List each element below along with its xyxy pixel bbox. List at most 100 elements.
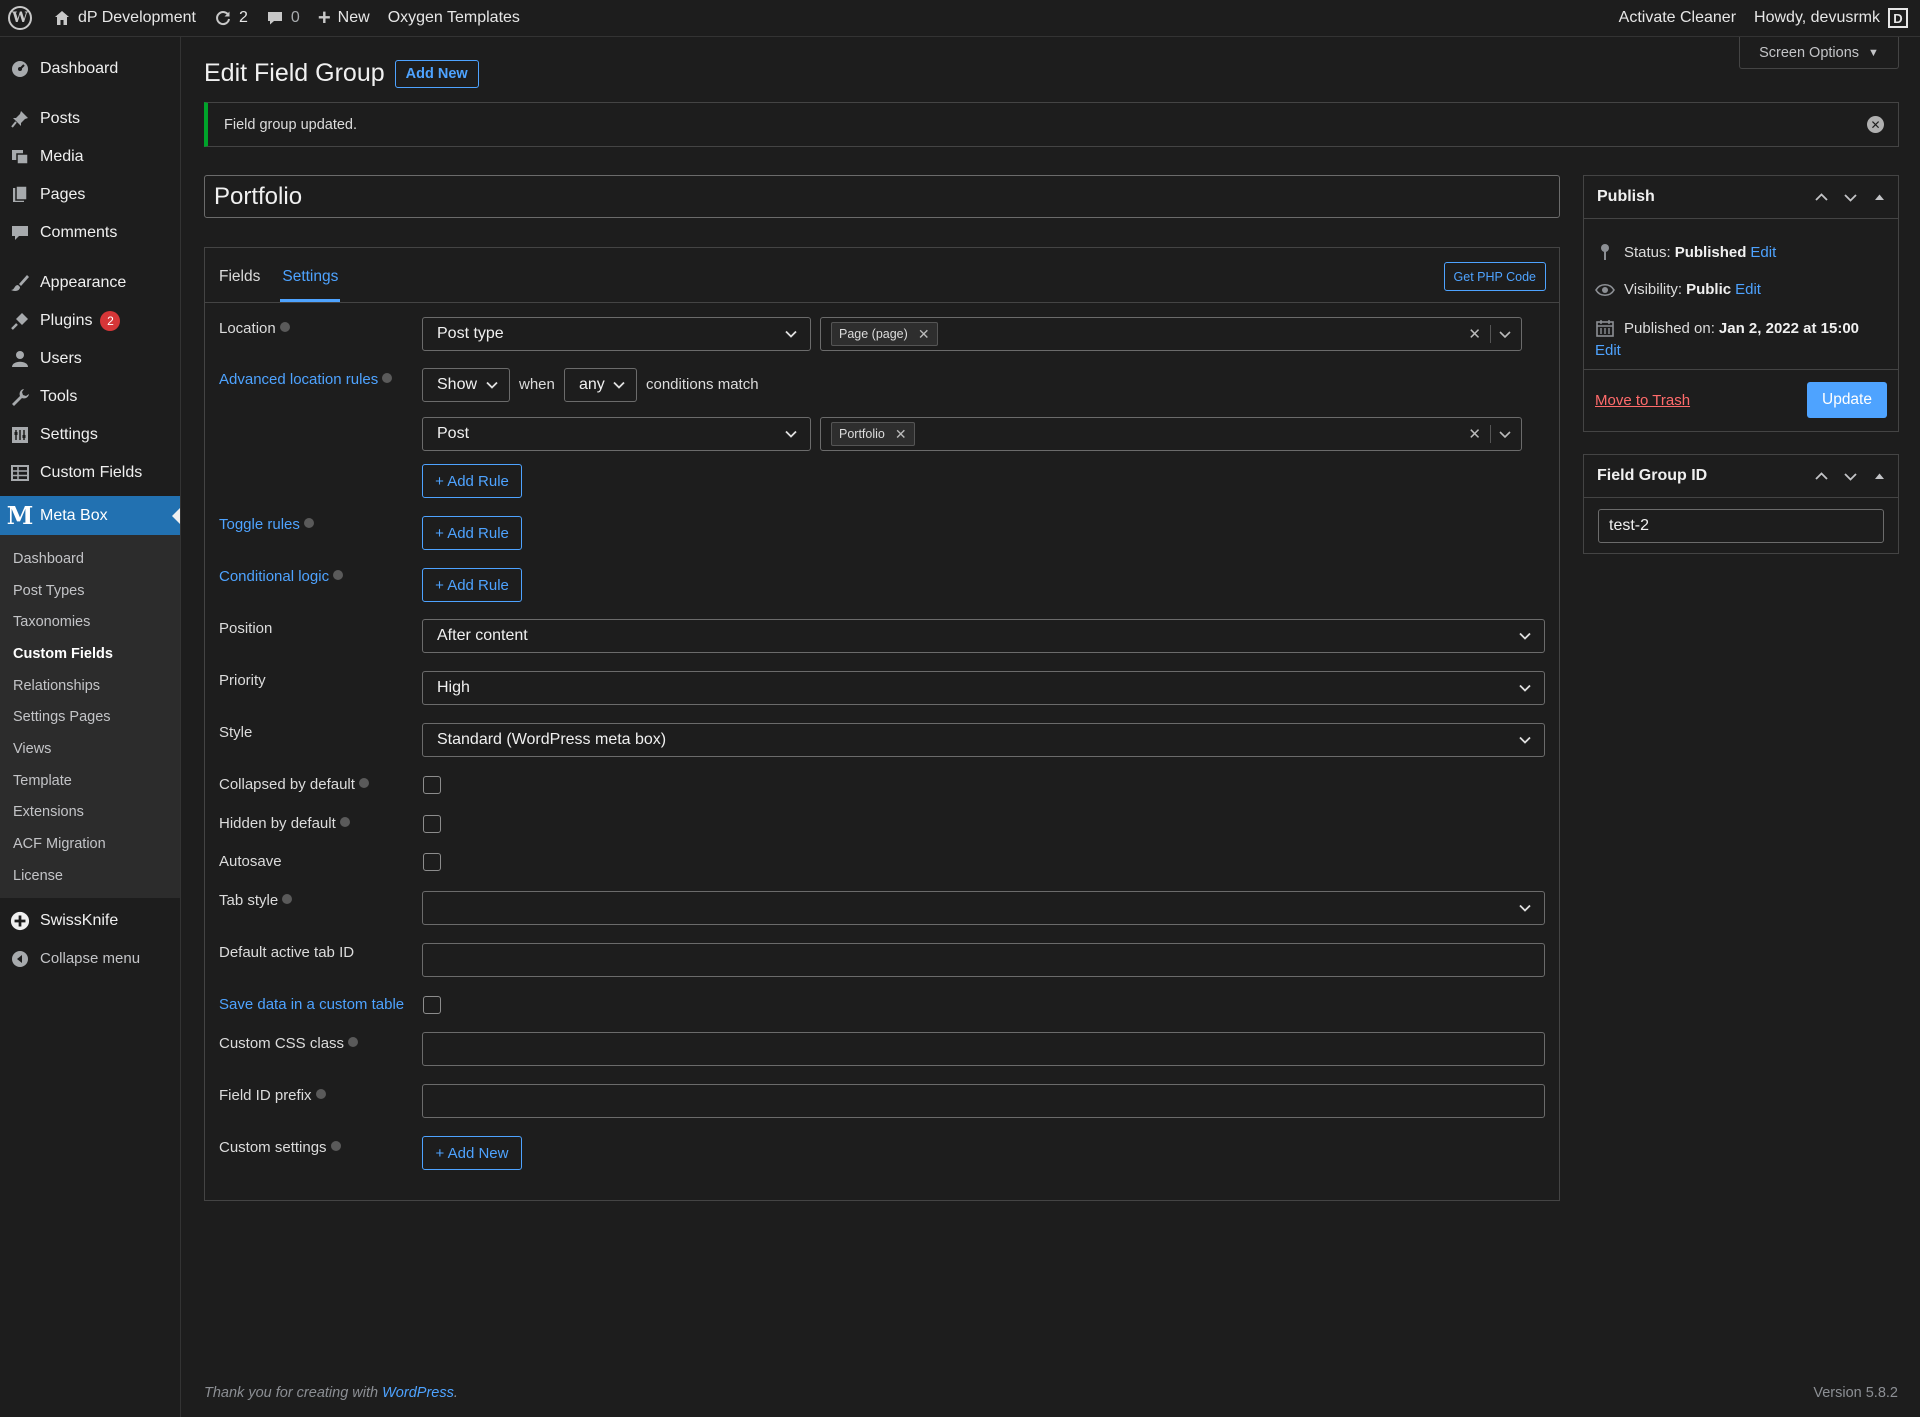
submenu-acf-migration[interactable]: ACF Migration	[0, 828, 180, 860]
conditional-logic-label-text: Conditional logic	[219, 568, 330, 585]
edit-status-link[interactable]: Edit	[1750, 244, 1776, 261]
menu-settings[interactable]: Settings	[0, 416, 180, 454]
help-icon[interactable]	[358, 778, 369, 788]
collapse-toggle-icon[interactable]	[1871, 189, 1888, 206]
move-to-trash-link[interactable]: Move to Trash	[1595, 392, 1690, 409]
help-icon[interactable]	[279, 322, 290, 332]
add-toggle-rule-button[interactable]: + Add Rule	[422, 516, 522, 550]
help-icon[interactable]	[339, 817, 350, 827]
add-new-button[interactable]: Add New	[394, 59, 479, 88]
submenu-taxonomies[interactable]: Taxonomies	[0, 606, 180, 638]
any-all-select[interactable]: any	[564, 368, 637, 402]
hidden-checkbox[interactable]	[423, 815, 441, 833]
menu-swissknife[interactable]: SwissKnife	[0, 902, 180, 940]
edit-date-link[interactable]: Edit	[1595, 342, 1621, 359]
comments-count: 0	[290, 9, 300, 26]
field-group-title-input[interactable]	[204, 175, 1560, 218]
clear-icon[interactable]: ✕	[1468, 325, 1481, 343]
input-value: test-2	[1609, 517, 1650, 534]
chevron-down-icon[interactable]	[1497, 326, 1513, 342]
updates-menu[interactable]: 2	[205, 0, 257, 37]
move-down-icon[interactable]	[1842, 189, 1859, 206]
help-icon[interactable]	[315, 1089, 326, 1099]
help-icon[interactable]	[333, 570, 344, 580]
advanced-location-label[interactable]: Advanced location rules	[219, 371, 393, 388]
home-icon	[55, 11, 69, 25]
dismiss-notice-icon[interactable]: ✕	[1867, 116, 1884, 133]
autosave-checkbox[interactable]	[423, 853, 441, 871]
menu-pages[interactable]: Pages	[0, 176, 180, 214]
location-type-select[interactable]: Post type	[422, 317, 811, 351]
submenu-post-types[interactable]: Post Types	[0, 575, 180, 607]
collapse-menu-button[interactable]: Collapse menu	[0, 940, 180, 978]
get-php-code-button[interactable]: Get PHP Code	[1443, 262, 1546, 291]
new-content-menu[interactable]: + New	[309, 0, 379, 37]
oxygen-templates-menu[interactable]: Oxygen Templates	[379, 0, 529, 37]
prefix-input[interactable]	[422, 1084, 1545, 1118]
tab-settings[interactable]: Settings	[280, 268, 341, 302]
help-icon[interactable]	[330, 1141, 341, 1151]
add-conditional-rule-button[interactable]: + Add Rule	[422, 568, 522, 602]
rule-value-select[interactable]: Portfolio ✕ ✕	[820, 417, 1522, 451]
menu-plugins[interactable]: Plugins 2	[0, 302, 180, 340]
field-group-id-input[interactable]: test-2	[1598, 509, 1884, 543]
conditional-logic-label[interactable]: Conditional logic	[219, 568, 344, 585]
add-location-rule-button[interactable]: + Add Rule	[422, 464, 522, 498]
toggle-rules-label[interactable]: Toggle rules	[219, 516, 314, 533]
wp-logo-menu[interactable]: W	[0, 0, 44, 37]
update-button[interactable]: Update	[1807, 382, 1887, 418]
menu-meta-box[interactable]: M Meta Box	[0, 496, 180, 535]
default-tab-input[interactable]	[422, 943, 1545, 977]
activate-cleaner-menu[interactable]: Activate Cleaner	[1610, 0, 1745, 37]
remove-tag-icon[interactable]: ✕	[895, 426, 907, 443]
submenu-views[interactable]: Views	[0, 733, 180, 765]
submenu-template[interactable]: Template	[0, 765, 180, 797]
tab-fields[interactable]: Fields	[219, 268, 260, 302]
rule-type-select[interactable]: Post	[422, 417, 811, 451]
my-account-menu[interactable]: Howdy, devusrmk D	[1745, 0, 1920, 37]
custom-table-checkbox[interactable]	[423, 996, 441, 1014]
footer-thanks-suffix: .	[453, 1385, 458, 1401]
help-icon[interactable]	[382, 373, 393, 383]
menu-appearance[interactable]: Appearance	[0, 264, 180, 302]
tab-style-select[interactable]	[422, 891, 1545, 925]
menu-dashboard[interactable]: Dashboard	[0, 50, 180, 88]
menu-posts[interactable]: Posts	[0, 100, 180, 138]
help-icon[interactable]	[303, 518, 314, 528]
style-select[interactable]: Standard (WordPress meta box)	[422, 723, 1545, 757]
menu-users[interactable]: Users	[0, 340, 180, 378]
css-class-input[interactable]	[422, 1032, 1545, 1066]
menu-comments[interactable]: Comments	[0, 214, 180, 252]
menu-custom-fields[interactable]: Custom Fields	[0, 454, 180, 492]
collapsed-checkbox[interactable]	[423, 776, 441, 794]
submenu-relationships[interactable]: Relationships	[0, 670, 180, 702]
screen-options-toggle[interactable]: Screen Options ▼	[1739, 37, 1899, 69]
site-name-menu[interactable]: dP Development	[44, 0, 205, 37]
add-custom-setting-button[interactable]: + Add New	[422, 1136, 522, 1170]
comments-menu[interactable]: 0	[257, 0, 309, 37]
menu-media[interactable]: Media	[0, 138, 180, 176]
edit-visibility-link[interactable]: Edit	[1735, 281, 1761, 298]
chevron-down-icon[interactable]	[1497, 426, 1513, 442]
move-up-icon[interactable]	[1813, 468, 1830, 485]
clear-icon[interactable]: ✕	[1468, 425, 1481, 443]
move-up-icon[interactable]	[1813, 189, 1830, 206]
remove-tag-icon[interactable]: ✕	[918, 326, 930, 343]
menu-tools[interactable]: Tools	[0, 378, 180, 416]
submenu-settings-pages[interactable]: Settings Pages	[0, 701, 180, 733]
submenu-custom-fields[interactable]: Custom Fields	[0, 638, 180, 670]
settings-panel: Fields Settings Get PHP Code Location Po…	[204, 247, 1560, 1201]
position-select[interactable]: After content	[422, 619, 1545, 653]
submenu-license[interactable]: License	[0, 860, 180, 892]
move-down-icon[interactable]	[1842, 468, 1859, 485]
submenu-extensions[interactable]: Extensions	[0, 797, 180, 829]
collapse-toggle-icon[interactable]	[1871, 468, 1888, 485]
help-icon[interactable]	[348, 1037, 359, 1047]
custom-table-label[interactable]: Save data in a custom table	[219, 996, 404, 1013]
help-icon[interactable]	[282, 894, 293, 904]
submenu-dashboard[interactable]: Dashboard	[0, 543, 180, 575]
priority-select[interactable]: High	[422, 671, 1545, 705]
wordpress-link[interactable]: WordPress	[382, 1385, 454, 1401]
location-value-select[interactable]: Page (page) ✕ ✕	[820, 317, 1522, 351]
show-hide-select[interactable]: Show	[422, 368, 510, 402]
